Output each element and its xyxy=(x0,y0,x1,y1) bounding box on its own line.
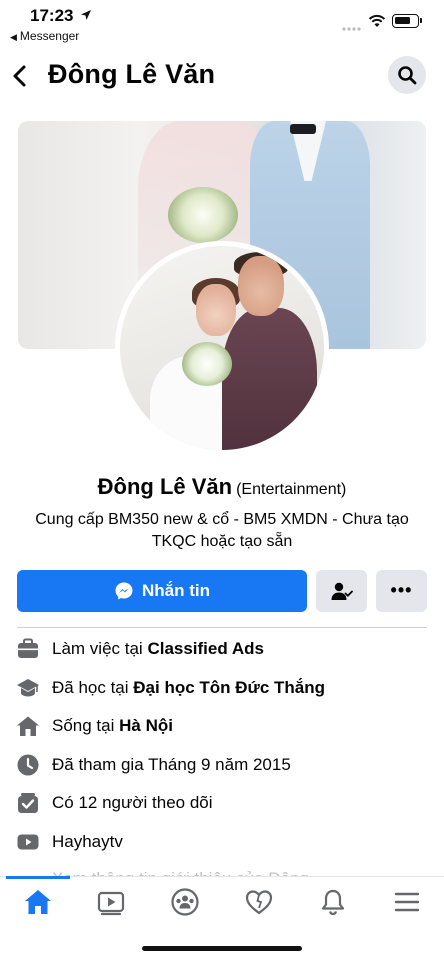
detail-work-prefix: Làm việc tại xyxy=(52,639,148,658)
cover-bouquet xyxy=(168,187,238,243)
detail-lives-value: Hà Nội xyxy=(119,716,173,735)
detail-lives-prefix: Sống tại xyxy=(52,716,120,735)
profile-name: Đông Lê Văn xyxy=(97,474,233,499)
cellular-signal-icon xyxy=(342,27,361,31)
watch-icon xyxy=(97,891,125,916)
back-triangle-icon: ◀ xyxy=(10,32,17,42)
briefcase-icon xyxy=(18,638,38,658)
detail-work-value: Classified Ads xyxy=(147,639,264,658)
top-header: Đông Lê Văn xyxy=(0,50,444,102)
groups-icon xyxy=(171,888,199,916)
back-arrow-icon[interactable] xyxy=(10,62,30,90)
location-arrow-icon xyxy=(81,10,91,20)
friend-status-button[interactable] xyxy=(316,570,367,612)
detail-followers[interactable]: Có 12 người theo dõi xyxy=(0,785,444,821)
messenger-icon xyxy=(115,582,133,600)
tab-groups[interactable] xyxy=(170,887,200,917)
more-dots-icon: ••• xyxy=(390,580,413,600)
detail-education[interactable]: Đã học tại Đại học Tôn Đức Thắng xyxy=(0,670,444,706)
status-time: 17:23 xyxy=(30,6,74,25)
more-options-button[interactable]: ••• xyxy=(376,570,427,612)
home-icon xyxy=(25,890,51,914)
tab-dating[interactable] xyxy=(244,887,274,917)
detail-education-prefix: Đã học tại xyxy=(52,678,134,697)
detail-joined[interactable]: Đã tham gia Tháng 9 năm 2015 xyxy=(0,747,444,783)
avatar-bride-head xyxy=(196,284,236,336)
notifications-icon xyxy=(321,889,345,916)
search-icon xyxy=(398,66,417,85)
detail-lives[interactable]: Sống tại Hà Nội xyxy=(0,708,444,744)
detail-youtube-text: Hayhaytv xyxy=(52,832,123,852)
dating-icon xyxy=(245,890,273,915)
profile-category: (Entertainment) xyxy=(236,481,347,498)
wifi-icon xyxy=(368,14,386,27)
profile-bio: Cung cấp BM350 new & cổ - BM5 XMDN - Chư… xyxy=(35,511,409,550)
divider xyxy=(17,627,427,628)
detail-followers-text: Có 12 người theo dõi xyxy=(52,793,213,813)
profile-avatar[interactable] xyxy=(115,241,329,455)
message-button[interactable]: Nhắn tin xyxy=(17,570,307,612)
active-tab-indicator xyxy=(6,876,70,879)
detail-work[interactable]: Làm việc tại Classified Ads xyxy=(0,631,444,667)
avatar-groom-head xyxy=(238,256,284,316)
youtube-icon xyxy=(17,834,39,850)
detail-joined-text: Đã tham gia Tháng 9 năm 2015 xyxy=(52,755,291,775)
detail-education-text: Đã học tại Đại học Tôn Đức Thắng xyxy=(52,678,325,698)
detail-joined-prefix: Đã tham gia Tháng 9 năm 2015 xyxy=(52,755,291,774)
page-title: Đông Lê Văn xyxy=(48,59,216,89)
back-to-app-link[interactable]: ◀ Messenger xyxy=(10,29,79,43)
tab-notifications[interactable] xyxy=(318,887,348,917)
search-button[interactable] xyxy=(388,56,426,94)
clock-icon xyxy=(17,754,39,776)
avatar-photo xyxy=(120,246,324,450)
bottom-tab-bar xyxy=(0,876,444,926)
status-bar: 17:23 ◀ Messenger xyxy=(0,0,444,46)
friend-check-icon xyxy=(331,582,353,600)
graduation-cap-icon xyxy=(17,679,39,697)
detail-work-text: Làm việc tại Classified Ads xyxy=(52,639,264,659)
battery-level xyxy=(395,17,410,24)
avatar-groom-figure xyxy=(222,308,317,450)
profile-name-row: Đông Lê Văn (Entertainment) xyxy=(0,474,444,500)
tab-menu[interactable] xyxy=(392,887,422,917)
house-icon xyxy=(17,716,39,736)
detail-lives-text: Sống tại Hà Nội xyxy=(52,716,173,736)
message-button-label: Nhắn tin xyxy=(142,581,210,600)
detail-youtube-prefix: Hayhaytv xyxy=(52,832,123,851)
battery-icon xyxy=(392,14,422,28)
cover-bowtie xyxy=(290,124,316,134)
home-indicator[interactable] xyxy=(142,946,302,951)
detail-followers-prefix: Có 12 người theo dõi xyxy=(52,793,213,812)
avatar-bouquet xyxy=(182,342,232,386)
menu-icon xyxy=(394,892,420,912)
tab-watch[interactable] xyxy=(96,887,126,917)
followers-icon xyxy=(18,793,38,813)
detail-youtube[interactable]: Hayhaytv xyxy=(0,824,444,860)
back-app-label: Messenger xyxy=(19,29,80,43)
tab-home[interactable] xyxy=(23,887,53,917)
detail-education-value: Đại học Tôn Đức Thắng xyxy=(133,678,326,697)
